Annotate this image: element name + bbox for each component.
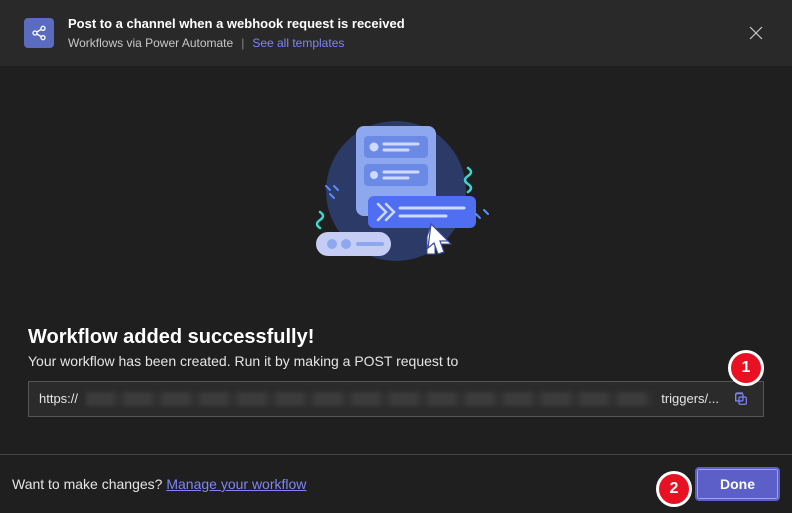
see-all-templates-link[interactable]: See all templates xyxy=(252,36,344,50)
footer-prompt: Want to make changes? Manage your workfl… xyxy=(12,476,306,492)
dialog-title: Post to a channel when a webhook request… xyxy=(68,16,730,32)
hero-illustration xyxy=(0,66,792,286)
url-prefix: https:// xyxy=(39,391,78,406)
done-button[interactable]: Done xyxy=(697,469,778,499)
subtitle-app: Workflows via Power Automate xyxy=(68,36,233,50)
header-text-block: Post to a channel when a webhook request… xyxy=(68,16,730,50)
success-title: Workflow added successfully! xyxy=(28,326,764,349)
dialog-subtitle: Workflows via Power Automate | See all t… xyxy=(68,36,730,50)
url-suffix: triggers/... xyxy=(661,391,719,406)
workflow-share-icon xyxy=(24,18,54,48)
callout-2: 2 xyxy=(656,471,692,507)
webhook-url-box: https:// triggers/... xyxy=(28,381,764,417)
success-subtitle: Your workflow has been created. Run it b… xyxy=(28,353,764,369)
copy-url-button[interactable] xyxy=(727,385,755,413)
url-redacted xyxy=(86,392,653,406)
footer-prompt-text: Want to make changes? xyxy=(12,476,166,492)
dialog-header: Post to a channel when a webhook request… xyxy=(0,0,792,66)
separator: | xyxy=(241,36,244,50)
manage-workflow-link[interactable]: Manage your workflow xyxy=(166,476,306,492)
content-area: Workflow added successfully! Your workfl… xyxy=(0,326,792,417)
callout-1: 1 xyxy=(728,350,764,386)
close-button[interactable] xyxy=(744,21,768,45)
